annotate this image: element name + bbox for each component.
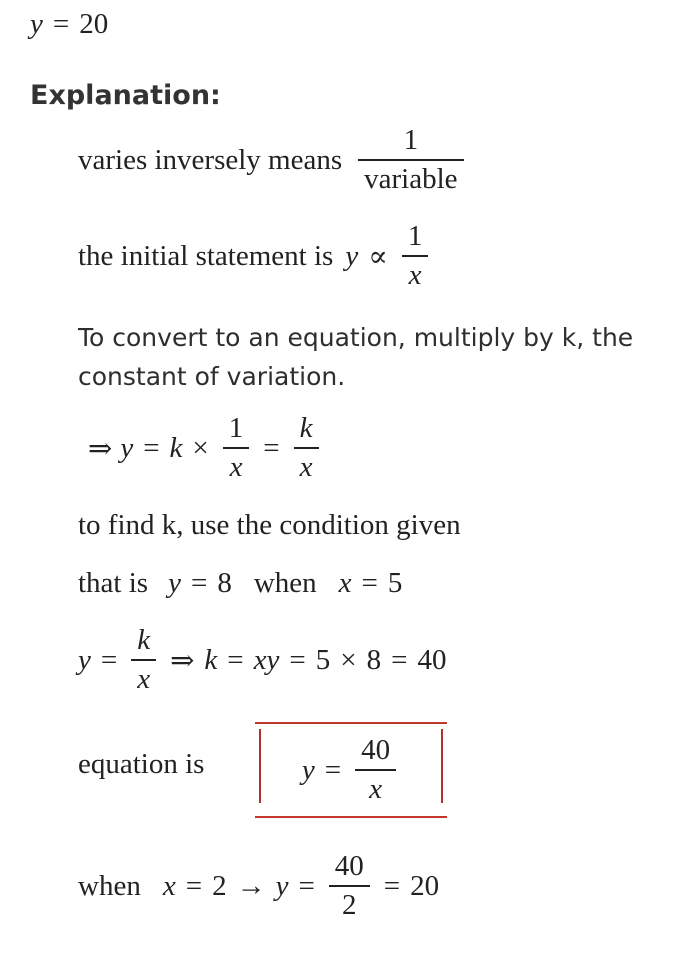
variable-x: x bbox=[338, 567, 352, 599]
fraction-40-over-x: 40 x bbox=[355, 734, 397, 805]
equals-sign: = bbox=[298, 869, 315, 902]
fraction-k-over-x: k x bbox=[131, 624, 157, 695]
factor-y: 8 bbox=[366, 643, 382, 676]
boxed-equation: y = 40 x bbox=[255, 722, 447, 818]
variable-y: y bbox=[120, 431, 134, 464]
variable-y: y bbox=[168, 567, 181, 599]
fraction-k-over-x: k x bbox=[293, 412, 319, 483]
denominator: 2 bbox=[342, 889, 357, 921]
equals-sign: = bbox=[143, 431, 160, 464]
product-xy: xy bbox=[253, 643, 280, 676]
implies-arrow: ⇒ bbox=[170, 644, 195, 677]
fraction-40-over-2: 40 2 bbox=[328, 850, 370, 921]
paragraph-line: To convert to an equation, multiply by k… bbox=[78, 323, 634, 352]
variable-k: k bbox=[169, 431, 183, 464]
variable-y: y bbox=[301, 753, 315, 786]
equals-sign: = bbox=[190, 567, 208, 599]
equation-final: when x = 2 → y = 40 2 = 20 bbox=[78, 852, 439, 920]
line-condition: that is y = 8 when x = 5 bbox=[78, 567, 402, 600]
right-arrow: → bbox=[236, 869, 266, 902]
equation-y-equals-k-over-x: ⇒ y = k × 1 x = k x bbox=[88, 414, 323, 482]
times-sign: × bbox=[192, 431, 209, 464]
denominator: x bbox=[229, 451, 243, 483]
line-varies-inversely: varies inversely means 1 variable bbox=[78, 126, 468, 194]
explanation-heading: Explanation: bbox=[30, 80, 221, 111]
variable-x: x bbox=[162, 869, 176, 902]
proportional-symbol: ∝ bbox=[368, 240, 388, 273]
equals-sign: = bbox=[289, 643, 306, 676]
denominator: x bbox=[299, 451, 313, 483]
answer-equation: y = 20 bbox=[30, 8, 108, 41]
denominator: x bbox=[137, 663, 151, 695]
equals-sign: = bbox=[52, 8, 70, 40]
line-initial-statement: the initial statement is y ∝ 1 x bbox=[78, 222, 432, 290]
answer-variable: y bbox=[30, 8, 43, 40]
y-value: 8 bbox=[217, 567, 232, 599]
boxed-equation-content: y = 40 x bbox=[255, 722, 447, 818]
denominator: x bbox=[408, 259, 422, 291]
equals-sign: = bbox=[361, 567, 378, 599]
implies-arrow: ⇒ bbox=[88, 432, 113, 465]
equals-sign: = bbox=[100, 643, 118, 676]
variable-k: k bbox=[204, 643, 218, 676]
equals-sign: = bbox=[263, 431, 280, 464]
variable-y: y bbox=[78, 643, 91, 676]
statement-text: that is bbox=[78, 567, 149, 599]
variable-y: y bbox=[275, 869, 289, 902]
statement-text: the initial statement is bbox=[78, 239, 334, 272]
variable-y: y bbox=[345, 239, 359, 272]
numerator: k bbox=[137, 624, 151, 656]
equals-sign: = bbox=[391, 643, 408, 676]
numerator: 1 bbox=[403, 124, 419, 156]
statement-text: varies inversely means bbox=[78, 143, 343, 176]
equation-solve-k: y = k x ⇒ k = xy = 5 × 8 = 40 bbox=[78, 626, 446, 694]
x-value: 5 bbox=[387, 567, 403, 599]
answer-value: 20 bbox=[79, 8, 109, 40]
numerator: 1 bbox=[228, 412, 244, 444]
equation-label: equation is bbox=[78, 748, 205, 780]
equals-sign: = bbox=[227, 643, 244, 676]
numerator: 40 bbox=[361, 734, 391, 766]
denominator: variable bbox=[364, 163, 458, 195]
line-find-k: to find k, use the condition given bbox=[78, 509, 461, 541]
paragraph-line: constant of variation. bbox=[78, 362, 346, 391]
statement-text: when bbox=[78, 869, 141, 902]
fraction-one-over-variable: 1 variable bbox=[358, 124, 464, 195]
fraction-one-over-x: 1 x bbox=[401, 220, 429, 291]
equals-sign: = bbox=[324, 753, 342, 786]
numerator: 40 bbox=[334, 850, 364, 882]
y-result: 20 bbox=[410, 869, 440, 902]
paragraph-convert: To convert to an equation, multiply by k… bbox=[78, 318, 633, 396]
equals-sign: = bbox=[383, 869, 401, 902]
numerator: 1 bbox=[407, 220, 423, 252]
statement-text: when bbox=[253, 567, 317, 599]
equals-sign: = bbox=[185, 869, 203, 902]
x-value: 2 bbox=[212, 869, 227, 902]
times-sign: × bbox=[340, 643, 357, 676]
factor-x: 5 bbox=[315, 643, 331, 676]
fraction-one-over-x: 1 x bbox=[222, 412, 250, 483]
k-value: 40 bbox=[417, 643, 447, 676]
denominator: x bbox=[369, 773, 383, 805]
numerator: k bbox=[299, 412, 313, 444]
